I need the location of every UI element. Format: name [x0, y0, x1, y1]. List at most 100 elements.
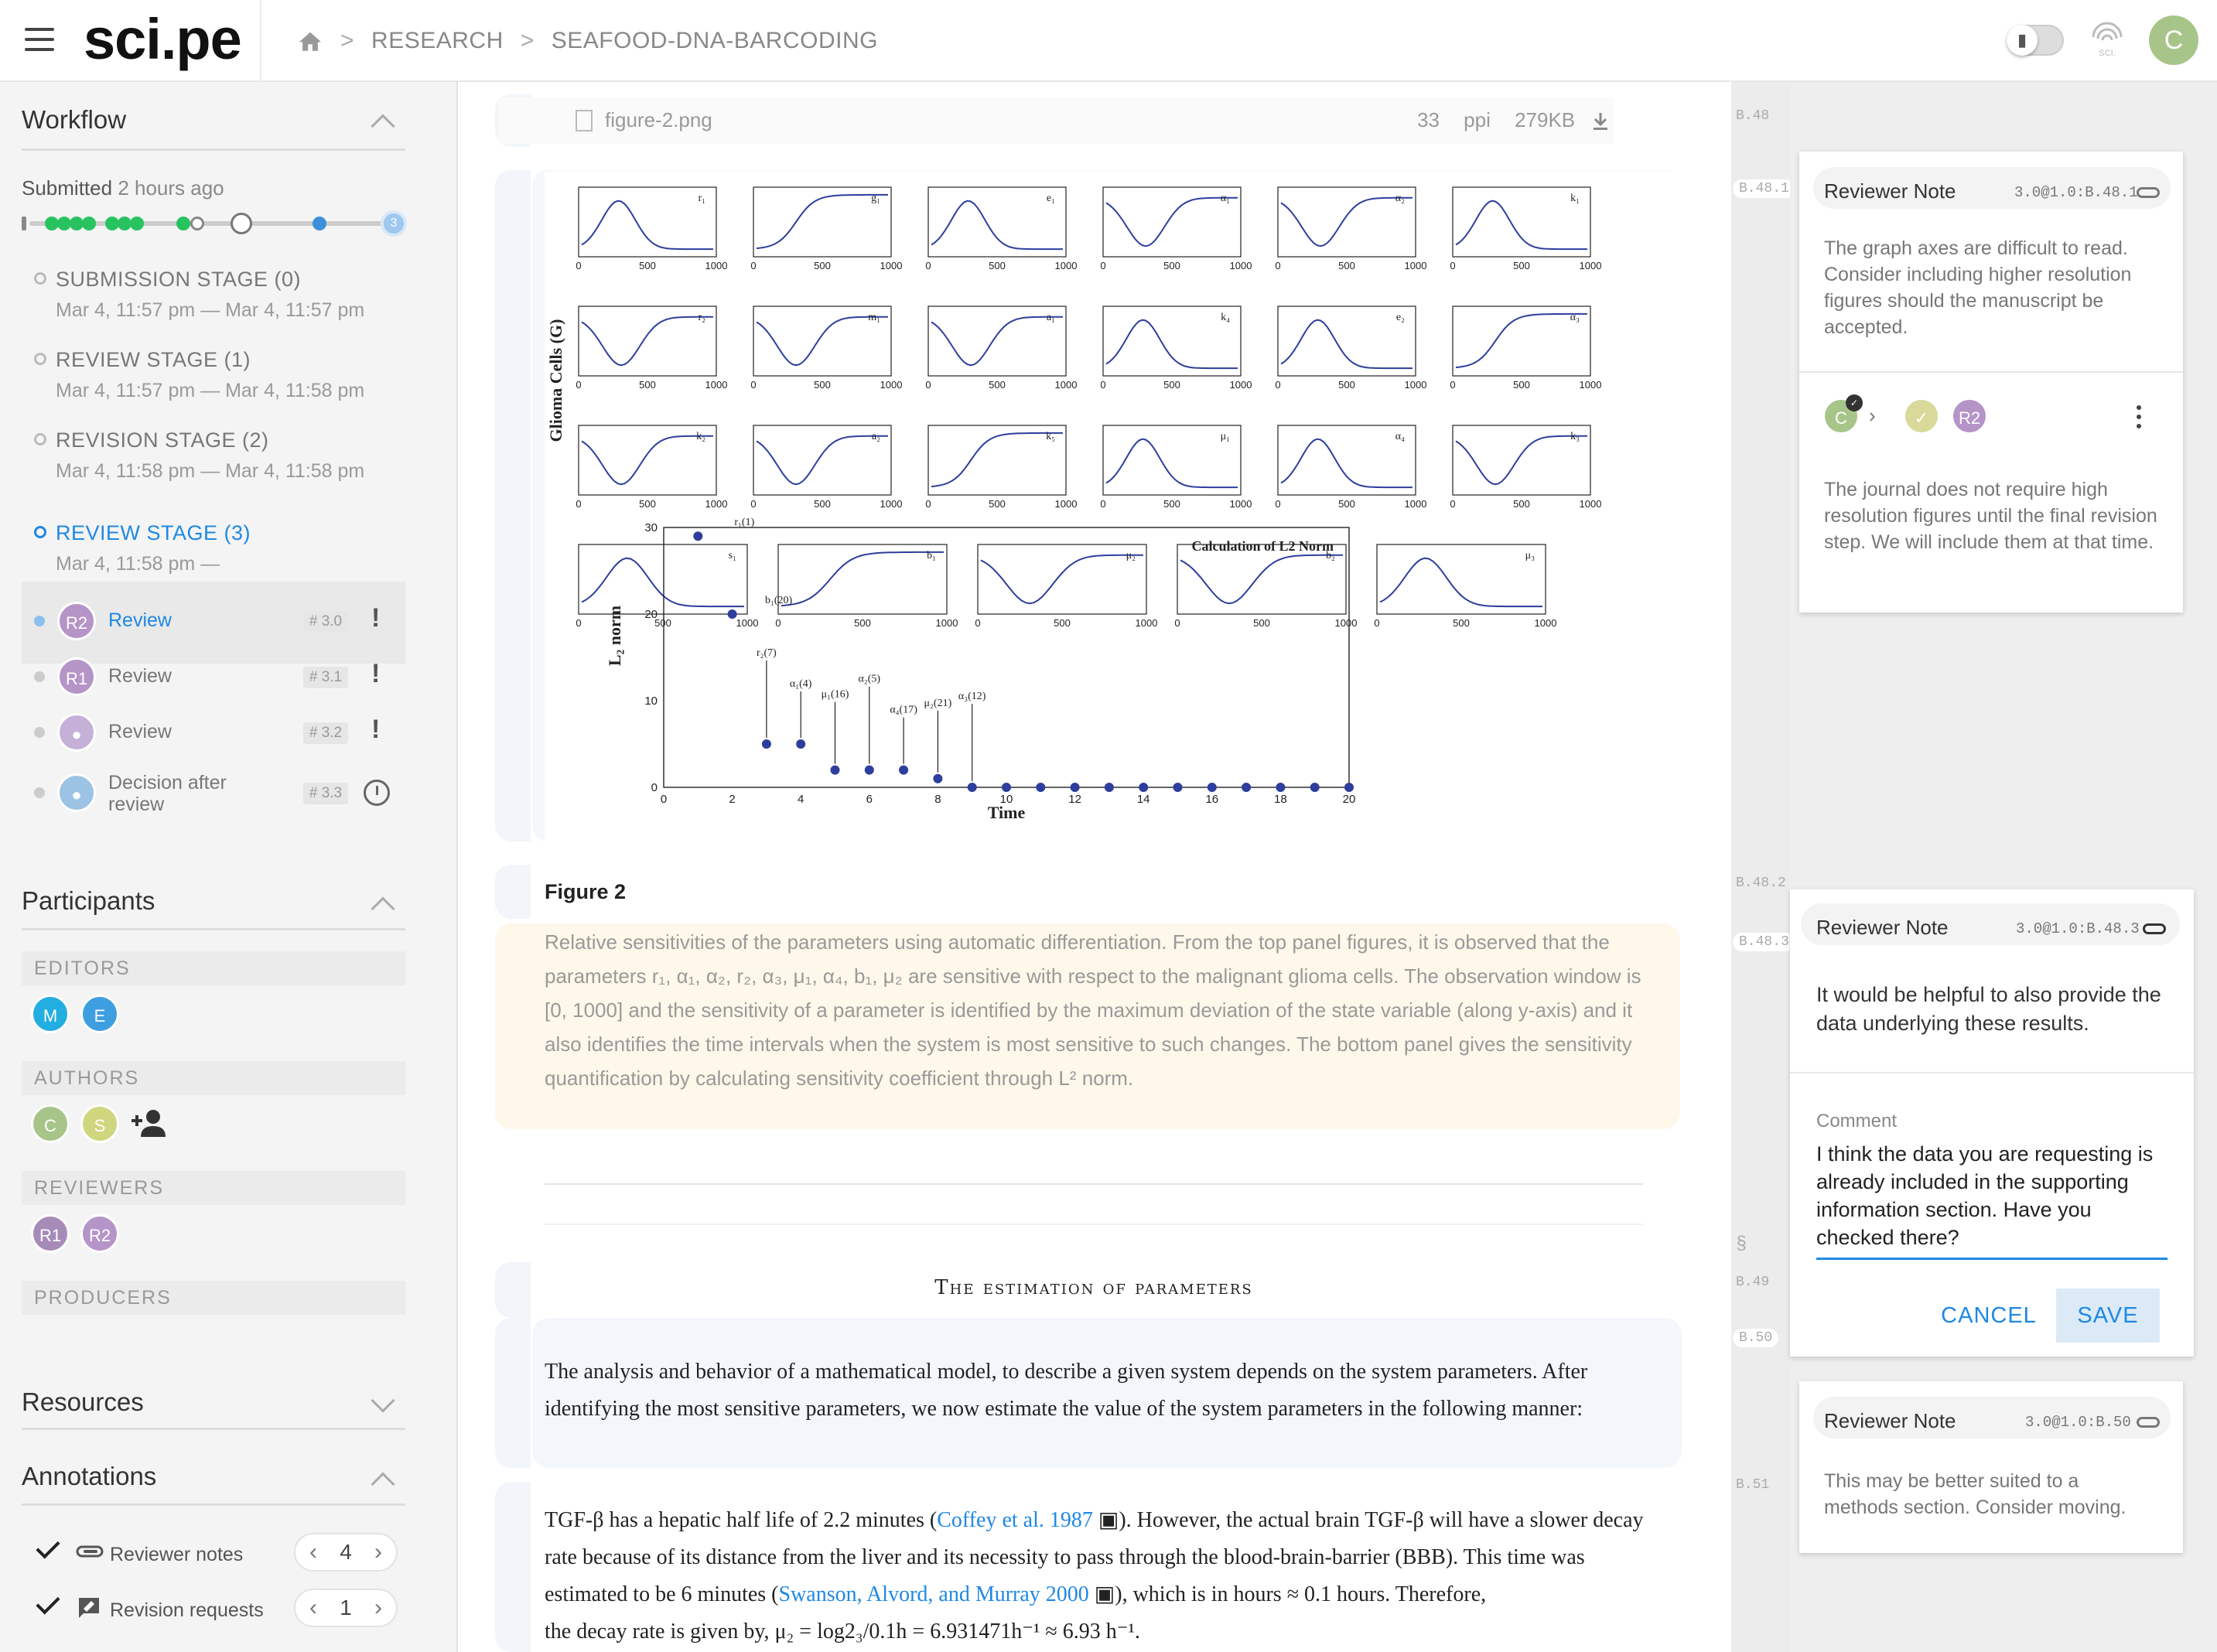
chevron-right-icon: >: [340, 28, 355, 53]
chevron-up-icon[interactable]: [371, 1472, 395, 1497]
divider: [22, 148, 405, 151]
block-handle[interactable]: [495, 1318, 531, 1468]
task-label: Review: [108, 721, 172, 742]
user-avatar[interactable]: C: [2149, 15, 2198, 65]
chevron-up-icon[interactable]: [371, 114, 395, 138]
workflow-progress[interactable]: 3: [22, 207, 412, 238]
reviewer-note-card[interactable]: Reviewer Note 3.0@1.0:B.48.1 The graph a…: [1799, 152, 2183, 613]
equation: the decay rate is given by, μ₂ = log2₃/0…: [545, 1620, 1140, 1643]
stage-label: REVIEW STAGE (3): [56, 521, 251, 544]
chevron-right-icon[interactable]: ›: [374, 1590, 382, 1626]
citation-link[interactable]: Coffey et al. 1987: [937, 1508, 1093, 1532]
tick-label: 16: [1205, 793, 1218, 806]
chevron-right-icon[interactable]: ›: [374, 1534, 382, 1570]
book-icon: ▮: [2007, 25, 2038, 56]
theme-toggle[interactable]: ▮: [2007, 25, 2064, 56]
annotation-count: 1: [340, 1596, 352, 1620]
block-handle[interactable]: [495, 1262, 531, 1318]
save-button[interactable]: SAVE: [2056, 1288, 2160, 1343]
divider: [1799, 371, 2183, 373]
avatar-editor[interactable]: E: [80, 995, 119, 1033]
avatar-reviewer[interactable]: R1: [31, 1214, 70, 1253]
data-point: [1139, 783, 1149, 792]
block-id[interactable]: B.50: [1733, 1329, 1779, 1347]
breadcrumb-project[interactable]: SEAFOOD-DNA-BARCODING: [552, 28, 878, 54]
home-icon[interactable]: [297, 29, 323, 53]
stage-label: SUBMISSION STAGE (0): [56, 268, 302, 291]
stage-revision[interactable]: REVISION STAGE (2) Mar 4, 11:58 pm — Mar …: [34, 428, 364, 483]
tick-label: 0: [975, 617, 980, 629]
tick-label: 0: [1450, 498, 1455, 510]
avatar-editor[interactable]: M: [31, 995, 70, 1033]
stage-review-1[interactable]: REVIEW STAGE (1) Mar 4, 11:57 pm — Mar 4,…: [34, 348, 364, 402]
more-options-icon[interactable]: [2137, 405, 2141, 428]
check-icon[interactable]: [36, 1534, 60, 1559]
cancel-button[interactable]: CANCEL: [1931, 1288, 2047, 1343]
fingerprint-icon[interactable]: SCI.: [2085, 17, 2129, 60]
citation-link[interactable]: Swanson, Alvord, and Murray 2000: [779, 1582, 1089, 1606]
stage-dates: Mar 4, 11:58 pm —: [56, 553, 220, 575]
shield-check-icon: ✓: [1903, 398, 1940, 435]
add-person-icon[interactable]: [130, 1106, 169, 1140]
annotation-label: Revision requests: [110, 1599, 264, 1621]
task-review-unassigned[interactable]: ● Review # 3.2 !: [31, 710, 418, 756]
tick-label: 500: [1338, 260, 1355, 271]
task-review-r1[interactable]: R1 Review # 3.1 !: [31, 654, 418, 701]
task-review-r2[interactable]: R2 Review # 3.0 !: [31, 599, 418, 645]
tick-label: 0: [750, 260, 756, 271]
block-id[interactable]: B.48.3: [1733, 933, 1795, 951]
logo[interactable]: sci.pe: [84, 6, 242, 72]
block-handle[interactable]: [495, 865, 531, 919]
figure-image[interactable]: Glioma Cells (G)r₁0 500 1000g₁0 500 1000e₁0 5…: [545, 172, 1683, 841]
avatar-reviewer[interactable]: R2: [80, 1214, 119, 1253]
tick-label: 0: [1374, 617, 1379, 629]
paragraph-text: ), which is in hours ≈ 0.1 hours. Theref…: [1115, 1582, 1487, 1606]
block-id[interactable]: B.48.1: [1733, 179, 1795, 198]
divider: [22, 928, 405, 930]
check-icon[interactable]: [36, 1590, 60, 1615]
download-icon[interactable]: [1590, 110, 1611, 131]
avatar-author[interactable]: C: [31, 1104, 70, 1143]
reviewer-note-card[interactable]: Reviewer Note 3.0@1.0:B.50 This may be b…: [1799, 1381, 2183, 1553]
task-decision[interactable]: ● Decision after review # 3.3: [31, 770, 418, 817]
divider: [1790, 1072, 2194, 1073]
section-heading: The estimation of parameters: [934, 1276, 1253, 1299]
series-line: [756, 435, 888, 486]
chart-panel-frame: [927, 186, 1067, 258]
file-name[interactable]: figure-2.png: [605, 108, 712, 132]
divider: [260, 0, 261, 82]
data-point: [1104, 783, 1114, 792]
annotation-stepper[interactable]: ‹ 4 ›: [294, 1533, 398, 1572]
chevron-left-icon[interactable]: ‹: [309, 1534, 317, 1570]
comment-label: Comment: [1816, 1111, 1898, 1131]
breadcrumb-research[interactable]: RESEARCH: [371, 28, 504, 54]
file-size: 279KB: [1515, 108, 1576, 131]
chevron-left-icon[interactable]: ‹: [309, 1590, 317, 1626]
reviewer-note-card-active[interactable]: Reviewer Note 3.0@1.0:B.48.3 It would be…: [1790, 889, 2194, 1357]
annotation-stepper[interactable]: ‹ 1 ›: [294, 1589, 398, 1627]
chevron-down-icon[interactable]: [371, 1388, 395, 1413]
tick-label: 1000: [880, 379, 903, 391]
progress-stage-marker: [231, 213, 252, 234]
divider: [22, 1428, 405, 1430]
tick-label: 6: [866, 793, 873, 806]
menu-icon[interactable]: [25, 28, 54, 51]
block-handle[interactable]: [495, 170, 531, 841]
chevron-up-icon[interactable]: [371, 896, 395, 921]
avatar-author[interactable]: S: [80, 1104, 119, 1143]
data-point: [1207, 783, 1217, 792]
stage-review-3[interactable]: REVIEW STAGE (3) Mar 4, 11:58 pm —: [34, 521, 251, 575]
annotation-filter-reviewer-notes[interactable]: Reviewer notes ‹ 4 ›: [34, 1533, 421, 1572]
stage-submission[interactable]: SUBMISSION STAGE (0) Mar 4, 11:57 pm — Ma…: [34, 268, 364, 322]
tick-label: 1000: [705, 498, 728, 510]
tick-label: 1000: [1405, 379, 1427, 391]
annotations-title: Annotations: [22, 1462, 157, 1490]
annotation-filter-revision-requests[interactable]: Revision requests ‹ 1 ›: [34, 1589, 421, 1627]
panel-label: e₂: [1396, 312, 1405, 323]
avatar: R1: [57, 657, 96, 696]
comment-input[interactable]: I think the data you are requesting is a…: [1816, 1140, 2172, 1251]
current-step-marker[interactable]: 3: [381, 210, 407, 237]
alert-icon: !: [371, 659, 381, 688]
block-handle[interactable]: [495, 1482, 531, 1652]
person-icon: ●: [57, 773, 96, 812]
